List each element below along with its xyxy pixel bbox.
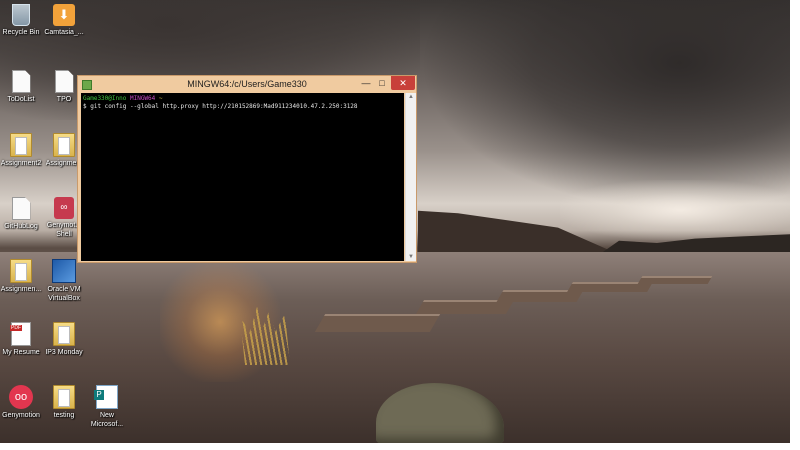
desktop-icon-genymotion[interactable]: oo Genymotion (0, 385, 44, 420)
desktop-icon-label: Recycle Bin (2, 29, 40, 36)
genymotion-icon: oo (9, 385, 33, 409)
desktop-icon-label: Oracle VM (47, 286, 81, 293)
window-titlebar[interactable]: MINGW64:/c/Users/Game330 — □ ✕ (78, 76, 416, 93)
desktop-icon-label: TPO (56, 96, 72, 103)
screen-edge (790, 0, 800, 450)
folder-icon (53, 385, 75, 409)
camtasia-icon: ⬇ (53, 4, 75, 26)
folder-icon (53, 133, 75, 157)
desktop-icon-githublog[interactable]: GitHubLog (0, 197, 44, 231)
desktop-icon-ip3-monday[interactable]: IP3 Monday (41, 322, 87, 357)
document-icon (11, 197, 31, 220)
terminal-window[interactable]: MINGW64:/c/Users/Game330 — □ ✕ Game330@I… (77, 75, 417, 263)
genymotion-shell-icon: ∞ (54, 197, 74, 219)
scroll-down-arrow-icon[interactable]: ▼ (407, 253, 415, 261)
document-icon (11, 70, 31, 93)
desktop-icon-label: GitHubLog (4, 223, 38, 230)
desktop-icon-assignmen[interactable]: Assignmen... (0, 259, 44, 294)
command-line: $ git config --global http.proxy http://… (83, 103, 358, 110)
screen-edge (0, 443, 800, 450)
wallpaper-pier (415, 300, 515, 314)
folder-icon (10, 133, 32, 157)
desktop-icon-recycle-bin[interactable]: Recycle Bin (0, 4, 44, 37)
desktop-icon-assignment2[interactable]: Assignment2 (0, 133, 44, 168)
desktop-icon-camtasia[interactable]: ⬇ Camtasia_... (41, 4, 87, 37)
desktop-icon-oracle-vm[interactable]: Oracle VM VirtualBox (41, 259, 87, 303)
desktop-icon-label: My Resume (2, 349, 40, 356)
desktop-icon-todolist[interactable]: ToDoList (0, 70, 44, 104)
desktop-icon-testing[interactable]: testing (41, 385, 87, 420)
prompt-line: Game330@Inno MINGW64 ~ (83, 95, 402, 103)
terminal-scrollbar[interactable]: ▲ ▼ (405, 93, 416, 261)
wallpaper-cloud (420, 0, 790, 210)
folder-icon (53, 322, 75, 346)
terminal-console[interactable]: Game330@Inno MINGW64 ~ $ git config --gl… (81, 93, 404, 261)
prompt-user-host: Game330@Inno (83, 95, 127, 102)
desktop-icon-label: Microsof... (90, 421, 124, 428)
desktop-icon-label: Camtasia_... (44, 29, 84, 36)
scroll-up-arrow-icon[interactable]: ▲ (407, 93, 415, 101)
desktop-icon-label: testing (53, 412, 75, 419)
desktop-icon-label: Genymotion (2, 412, 40, 419)
wallpaper-pier (637, 276, 713, 284)
maximize-button[interactable]: □ (375, 76, 389, 90)
document-icon (54, 70, 74, 93)
close-button[interactable]: ✕ (391, 76, 415, 90)
publisher-document-icon (94, 385, 118, 409)
prompt-path: ~ (158, 95, 163, 102)
desktop-icon-label: Shell (56, 231, 72, 238)
wallpaper-pier (314, 314, 441, 332)
desktop-icon-label: VirtualBox (48, 295, 80, 302)
virtualbox-icon (52, 259, 76, 283)
desktop-icon-label: New (99, 412, 114, 419)
desktop-icon-label: IP3 Monday (45, 349, 83, 356)
prompt-system: MINGW64 (129, 95, 156, 102)
pdf-icon (10, 322, 31, 346)
wallpaper-sky-glow (560, 180, 790, 240)
desktop-icon-label: Assignment2 (0, 160, 42, 167)
desktop-icon-label: ToDoList (7, 96, 35, 103)
desktop-icon-label: Genymot... (46, 222, 82, 229)
folder-icon (10, 259, 32, 283)
recycle-bin-icon (12, 4, 30, 26)
desktop-icon-my-resume[interactable]: My Resume (0, 322, 44, 357)
desktop-icon-label: Assignmen... (0, 286, 42, 293)
desktop-icon-new-microsoft[interactable]: New Microsof... (84, 385, 130, 429)
minimize-button[interactable]: — (359, 76, 373, 90)
